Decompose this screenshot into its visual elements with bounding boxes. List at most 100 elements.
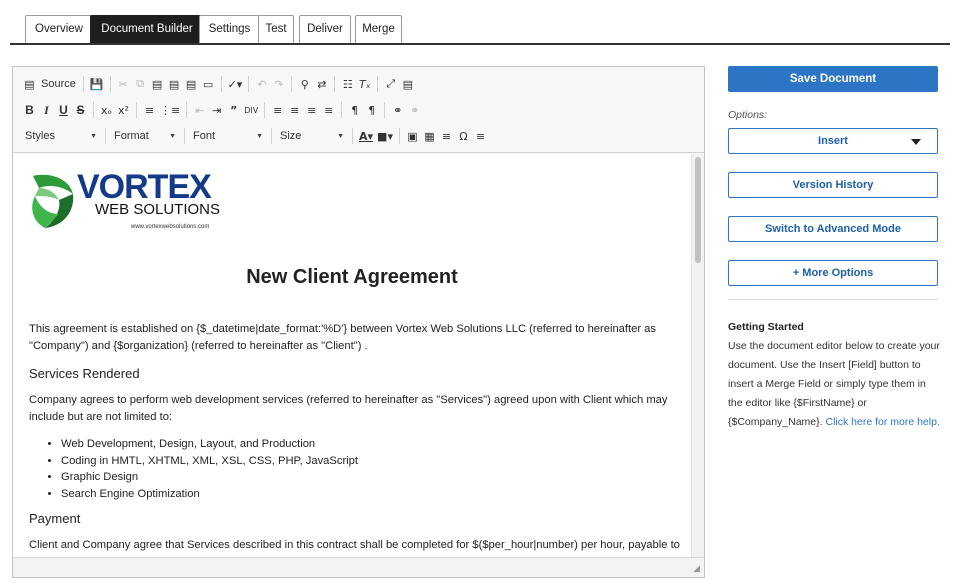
toolbar-separator — [398, 128, 400, 144]
list-item: Web Development, Design, Layout, and Pro… — [61, 436, 358, 453]
align-center-icon[interactable]: ≡ — [286, 100, 303, 120]
align-left-icon[interactable]: ≡ — [269, 100, 286, 120]
editor-content[interactable]: VORTEX WEB SOLUTIONS www.vortexwebsoluti… — [13, 154, 691, 557]
numbered-list-icon[interactable]: ≡ — [141, 100, 158, 120]
size-label: Size — [280, 130, 302, 142]
image-icon[interactable]: ▣ — [404, 126, 421, 146]
table-icon[interactable]: ▦ — [421, 126, 438, 146]
copy-icon[interactable]: ⧉ — [132, 74, 149, 94]
format-label: Format — [114, 130, 149, 142]
underline-button[interactable]: U — [55, 100, 72, 120]
toolbar-separator — [271, 128, 272, 144]
styles-dropdown[interactable]: Styles ▼ — [21, 126, 101, 146]
help-link[interactable]: Click here for more help. — [825, 416, 939, 428]
cut-icon[interactable]: ✂ — [115, 74, 132, 94]
size-dropdown[interactable]: Size ▼ — [276, 126, 348, 146]
bg-color-icon[interactable]: ■▾ — [375, 126, 395, 146]
format-dropdown[interactable]: Format ▼ — [110, 126, 180, 146]
toolbar-separator — [352, 128, 353, 144]
strikethrough-button[interactable]: S — [72, 100, 89, 120]
more-options-button[interactable]: + More Options — [728, 260, 938, 286]
services-list: Web Development, Design, Layout, and Pro… — [61, 436, 358, 502]
logo-wordmark: VORTEX — [77, 168, 212, 206]
source-icon[interactable]: ▤ — [21, 74, 38, 94]
maximize-icon[interactable]: ⤢ — [382, 74, 399, 94]
save-document-button[interactable]: Save Document — [728, 66, 938, 92]
toolbar-separator — [334, 76, 336, 92]
toolbar-row-2: B I U S xₒ x² ≡ ⋮≡ ⇤ ⇥ ” DIV ≡ ≡ ≡ ≡ ¶ ¶… — [21, 99, 423, 121]
list-item: Coding in HMTL, XHTML, XML, XSL, CSS, PH… — [61, 453, 358, 470]
toolbar-separator — [377, 76, 379, 92]
italic-button[interactable]: I — [38, 100, 55, 120]
advanced-mode-button[interactable]: Switch to Advanced Mode — [728, 216, 938, 242]
getting-started-body: Use the document editor below to create … — [728, 340, 940, 428]
tab-document-builder[interactable]: Document Builder — [90, 15, 204, 43]
source-button[interactable]: Source — [38, 74, 79, 94]
align-right-icon[interactable]: ≡ — [303, 100, 320, 120]
bold-button[interactable]: B — [21, 100, 38, 120]
unlink-icon[interactable]: ⚭ — [406, 100, 423, 120]
toolbar-row-1: ▤ Source 💾 ✂ ⧉ ▤ ▤ ▤ ▭ ✓▾ ↶ ↷ ⚲ ⇄ ☷ Tₓ ⤢… — [21, 73, 416, 95]
bulleted-list-icon[interactable]: ⋮≡ — [158, 100, 182, 120]
paste-word-icon[interactable]: ▤ — [183, 74, 200, 94]
show-blocks-icon[interactable]: ▤ — [399, 74, 416, 94]
tab-settings[interactable]: Settings — [199, 15, 260, 43]
version-history-button[interactable]: Version History — [728, 172, 938, 198]
toolbar-separator — [93, 102, 94, 118]
options-label: Options: — [728, 109, 768, 121]
redo-icon[interactable]: ↷ — [270, 74, 287, 94]
text-color-icon[interactable]: A▾ — [357, 126, 375, 146]
find-icon[interactable]: ⚲ — [296, 74, 313, 94]
toolbar-separator — [109, 76, 111, 92]
chevron-down-icon: ▼ — [169, 132, 176, 140]
page-break-icon[interactable]: ≡ — [472, 126, 489, 146]
paste-icon[interactable]: ▤ — [149, 74, 166, 94]
toolbar-separator — [184, 128, 185, 144]
save-icon[interactable]: 💾 — [88, 74, 106, 94]
outdent-icon[interactable]: ⇤ — [191, 100, 208, 120]
paste-text-icon[interactable]: ▤ — [166, 74, 183, 94]
font-label: Font — [193, 130, 216, 142]
tab-deliver[interactable]: Deliver — [299, 15, 351, 43]
tab-test[interactable]: Test — [258, 15, 294, 43]
chevron-down-icon: ▼ — [256, 132, 263, 140]
remove-format-icon[interactable]: Tₓ — [356, 74, 373, 94]
payment-heading: Payment — [29, 511, 81, 526]
spellcheck-icon[interactable]: ✓▾ — [226, 74, 245, 94]
superscript-icon[interactable]: x² — [115, 100, 132, 120]
tab-overview[interactable]: Overview — [25, 15, 93, 43]
indent-icon[interactable]: ⇥ — [208, 100, 225, 120]
div-icon[interactable]: DIV — [242, 100, 260, 120]
editor-scrollbar[interactable] — [691, 154, 704, 557]
editor-toolbar: ▤ Source 💾 ✂ ⧉ ▤ ▤ ▤ ▭ ✓▾ ↶ ↷ ⚲ ⇄ ☷ Tₓ ⤢… — [13, 67, 704, 153]
link-icon[interactable]: ⚭ — [389, 100, 406, 120]
toolbar-separator — [384, 102, 386, 118]
logo-subtitle: WEB SOLUTIONS — [95, 201, 221, 218]
horizontal-line-icon[interactable]: ≡ — [438, 126, 455, 146]
toolbar-separator — [105, 128, 106, 144]
toolbar-separator — [264, 102, 266, 118]
insert-dropdown[interactable]: Insert — [728, 128, 938, 154]
subscript-icon[interactable]: xₒ — [98, 100, 115, 120]
template-icon[interactable]: ▭ — [200, 74, 217, 94]
undo-icon[interactable]: ↶ — [253, 74, 270, 94]
toolbar-row-3: Styles ▼ Format ▼ Font ▼ Size ▼ A▾ ■▾ ▣ ▦ ≡ … — [21, 125, 489, 147]
rtl-icon[interactable]: ¶ — [363, 100, 380, 120]
divider — [728, 299, 938, 300]
ltr-icon[interactable]: ¶ — [346, 100, 363, 120]
special-char-icon[interactable]: Ω — [455, 126, 472, 146]
tab-merge[interactable]: Merge — [355, 15, 402, 43]
toolbar-separator — [186, 102, 188, 118]
select-all-icon[interactable]: ☷ — [339, 74, 356, 94]
scrollbar-thumb[interactable] — [695, 157, 701, 263]
toolbar-separator — [341, 102, 343, 118]
justify-icon[interactable]: ≡ — [320, 100, 337, 120]
resize-handle-icon[interactable]: ◢ — [693, 563, 700, 574]
chevron-down-icon — [911, 139, 921, 145]
list-item: Search Engine Optimization — [61, 486, 358, 503]
blockquote-icon[interactable]: ” — [225, 100, 242, 120]
toolbar-separator — [291, 76, 293, 92]
replace-icon[interactable]: ⇄ — [313, 74, 330, 94]
font-dropdown[interactable]: Font ▼ — [189, 126, 267, 146]
payment-paragraph: Client and Company agree that Services d… — [29, 539, 680, 551]
